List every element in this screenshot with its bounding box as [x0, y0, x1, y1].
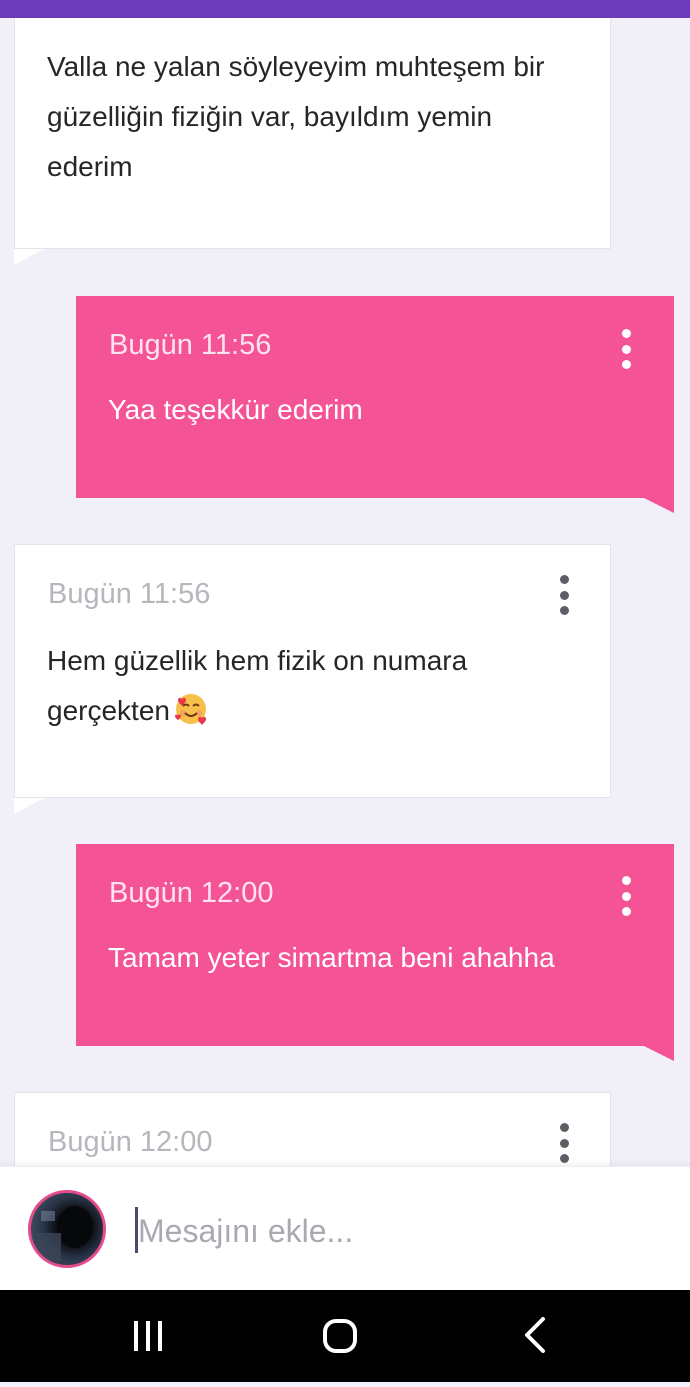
message-text: Tamam yeter simartma beni ahahha — [108, 942, 555, 973]
outgoing-message: Bugün 11:56 Yaa teşekkür ederim — [76, 296, 674, 513]
message-feed[interactable]: Valla ne yalan söyleyeyim muhteşem bir g… — [0, 18, 690, 1166]
user-avatar[interactable] — [28, 1190, 106, 1268]
incoming-message: Valla ne yalan söyleyeyim muhteşem bir g… — [14, 18, 611, 265]
bubble-tail — [644, 498, 674, 513]
more-vert-icon — [559, 575, 569, 584]
bubble-tail — [644, 1046, 674, 1061]
message-timestamp: Bugün 11:56 — [109, 329, 272, 361]
message-menu-button[interactable] — [552, 1123, 576, 1163]
home-button[interactable] — [281, 1290, 401, 1382]
system-navigation-bar — [0, 1290, 690, 1382]
message-timestamp: Bugün 11:56 — [48, 578, 211, 610]
more-vert-icon — [621, 329, 631, 338]
top-app-bar — [0, 0, 690, 18]
message-text: Valla ne yalan söyleyeyim muhteşem bir g… — [47, 51, 545, 182]
bubble-tail — [14, 249, 44, 265]
incoming-message: Bugün 12:00 — [14, 1092, 611, 1166]
more-vert-icon — [621, 876, 631, 885]
message-text: Yaa teşekkür ederim — [108, 394, 363, 425]
smiling-face-with-hearts-icon — [174, 692, 208, 742]
back-icon — [525, 1317, 545, 1353]
message-timestamp: Bugün 12:00 — [48, 1126, 213, 1158]
message-composer — [0, 1166, 690, 1291]
more-vert-icon — [559, 1123, 569, 1132]
incoming-message: Bugün 11:56 Hem güzellik hem fizik on nu… — [14, 544, 611, 814]
back-button[interactable] — [475, 1290, 595, 1382]
bubble-tail — [14, 798, 44, 814]
message-timestamp: Bugün 12:00 — [109, 877, 274, 909]
home-icon — [323, 1319, 357, 1353]
recent-apps-button[interactable] — [88, 1290, 208, 1382]
message-input[interactable] — [136, 1205, 660, 1257]
message-menu-button[interactable] — [614, 876, 638, 916]
outgoing-message: Bugün 12:00 Tamam yeter simartma beni ah… — [76, 844, 674, 1061]
message-menu-button[interactable] — [614, 329, 638, 369]
message-text: Hem güzellik hem fizik on numara gerçekt… — [47, 636, 570, 742]
recent-apps-icon — [134, 1321, 162, 1351]
avatar-image — [37, 1206, 93, 1261]
message-text-line: Hem güzellik hem fizik on numara — [47, 645, 468, 676]
message-menu-button[interactable] — [552, 575, 576, 615]
message-text-line: gerçekten — [47, 686, 570, 742]
